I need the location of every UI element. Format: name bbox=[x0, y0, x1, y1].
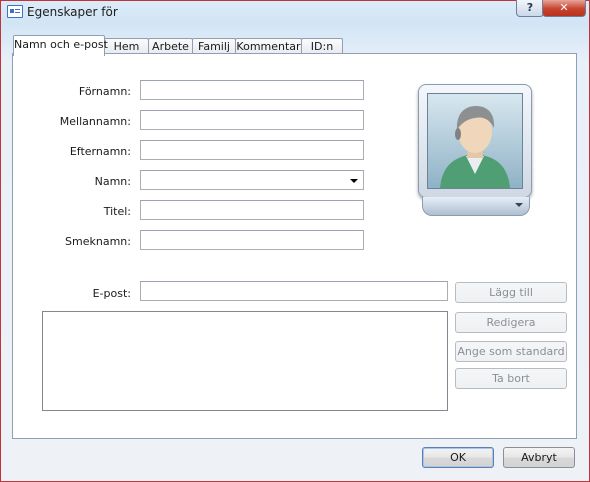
ok-button[interactable]: OK bbox=[422, 447, 494, 468]
tab-panel-name-and-email: Förnamn: Mellannamn: Efternamn: Namn: Ti… bbox=[12, 53, 577, 439]
nickname-label: Smeknamn: bbox=[65, 235, 131, 248]
email-list[interactable] bbox=[42, 311, 448, 411]
title-label: Titel: bbox=[103, 205, 131, 218]
close-button[interactable]: ✕ bbox=[542, 0, 586, 17]
email-label: E-post: bbox=[92, 287, 131, 300]
middle-name-field[interactable] bbox=[140, 110, 364, 130]
contact-picture-frame bbox=[418, 84, 532, 198]
display-name-label: Namn: bbox=[94, 175, 131, 188]
edit-email-button[interactable]: Redigera bbox=[455, 312, 567, 333]
help-button[interactable]: ? bbox=[516, 0, 544, 17]
title-field[interactable] bbox=[140, 200, 364, 220]
last-name-field[interactable] bbox=[140, 140, 364, 160]
contact-picture[interactable] bbox=[418, 84, 533, 216]
add-email-button[interactable]: Lägg till bbox=[455, 282, 567, 303]
contact-properties-window: Egenskaper för ? ✕ Namn och e-post Hem A… bbox=[0, 0, 590, 482]
contact-picture-icon bbox=[427, 93, 523, 189]
middle-name-label: Mellannamn: bbox=[59, 115, 131, 128]
nickname-field[interactable] bbox=[140, 230, 364, 250]
window-title: Egenskaper för bbox=[27, 5, 118, 19]
remove-email-button[interactable]: Ta bort bbox=[455, 368, 567, 389]
first-name-field[interactable] bbox=[140, 80, 364, 100]
chevron-down-icon bbox=[350, 179, 358, 183]
display-name-dropdown[interactable] bbox=[140, 170, 364, 190]
first-name-label: Förnamn: bbox=[78, 85, 131, 98]
contact-picture-base bbox=[422, 197, 530, 216]
title-bar: Egenskaper för ? ✕ bbox=[1, 0, 589, 25]
set-default-email-button[interactable]: Ange som standard bbox=[455, 341, 567, 362]
last-name-label: Efternamn: bbox=[69, 145, 131, 158]
contact-card-icon bbox=[7, 5, 23, 18]
chevron-down-icon[interactable] bbox=[515, 203, 523, 207]
cancel-button[interactable]: Avbryt bbox=[503, 447, 575, 468]
email-field[interactable] bbox=[140, 281, 448, 301]
tab-name-and-email[interactable]: Namn och e-post bbox=[13, 35, 108, 56]
